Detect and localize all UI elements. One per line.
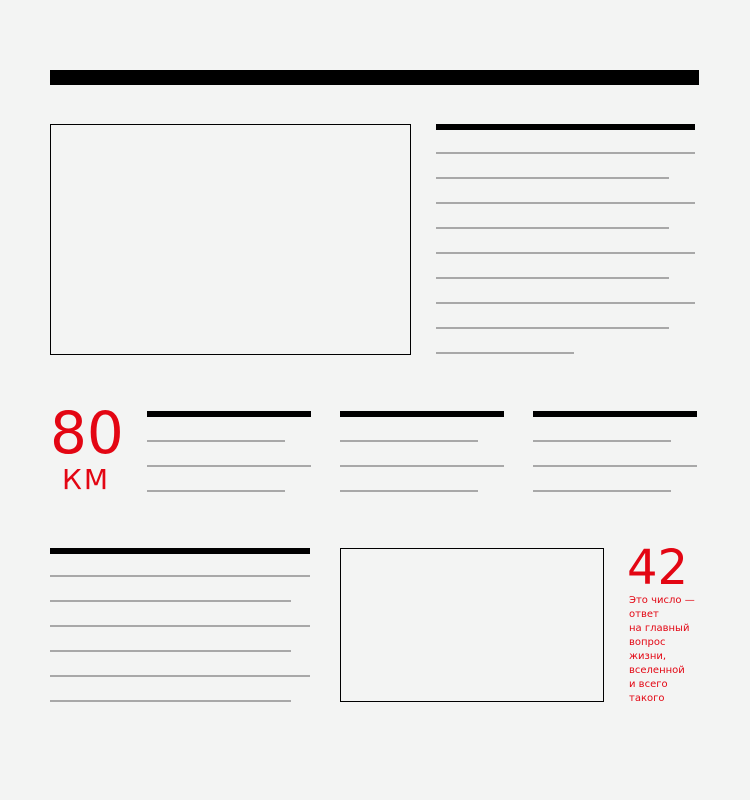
text-line: [436, 302, 695, 304]
text-line: [436, 152, 695, 154]
text-line: [533, 440, 671, 442]
text-line: [436, 352, 574, 354]
text-column-3: [533, 411, 697, 493]
text-line: [436, 177, 669, 179]
text-line: [340, 490, 478, 492]
caption-line: жизни,: [629, 651, 667, 662]
column-heading-line: [340, 411, 504, 417]
text-column-2: [340, 411, 504, 493]
text-line: [436, 327, 669, 329]
page-header-bar: [50, 70, 699, 85]
stat-distance-unit: КМ: [61, 463, 111, 496]
image-placeholder-secondary: [340, 548, 604, 702]
caption-line: такого: [629, 693, 665, 704]
stat-distance-value: 80: [50, 399, 124, 467]
text-line: [50, 600, 291, 602]
column-heading-line: [533, 411, 697, 417]
text-column-1: [147, 411, 311, 493]
image-placeholder-main: [50, 124, 411, 355]
text-line: [50, 625, 310, 627]
text-line: [50, 700, 291, 702]
text-line: [436, 277, 669, 279]
stat-answer-caption: Это число — ответ на главный вопрос жизн…: [629, 594, 701, 706]
caption-line: и всего: [629, 679, 668, 690]
text-line: [533, 465, 697, 467]
caption-line: вселенной: [629, 665, 685, 676]
text-line: [436, 252, 695, 254]
text-line: [50, 675, 310, 677]
text-line: [436, 202, 695, 204]
text-line: [340, 440, 478, 442]
caption-line: на главный: [629, 623, 690, 634]
text-block-heading-line: [436, 124, 695, 130]
text-line: [533, 490, 671, 492]
text-block-top-right: [436, 124, 695, 356]
text-line: [147, 465, 311, 467]
text-block-heading-line: [50, 548, 310, 554]
caption-line: Это число —: [629, 595, 695, 606]
text-line: [50, 575, 310, 577]
text-line: [147, 440, 285, 442]
text-line: [50, 650, 291, 652]
caption-line: ответ: [629, 609, 659, 620]
stat-answer-value: 42: [627, 540, 689, 596]
caption-line: вопрос: [629, 637, 666, 648]
text-line: [340, 465, 504, 467]
text-block-bottom-left: [50, 548, 310, 702]
text-line: [436, 227, 669, 229]
column-heading-line: [147, 411, 311, 417]
text-line: [147, 490, 285, 492]
